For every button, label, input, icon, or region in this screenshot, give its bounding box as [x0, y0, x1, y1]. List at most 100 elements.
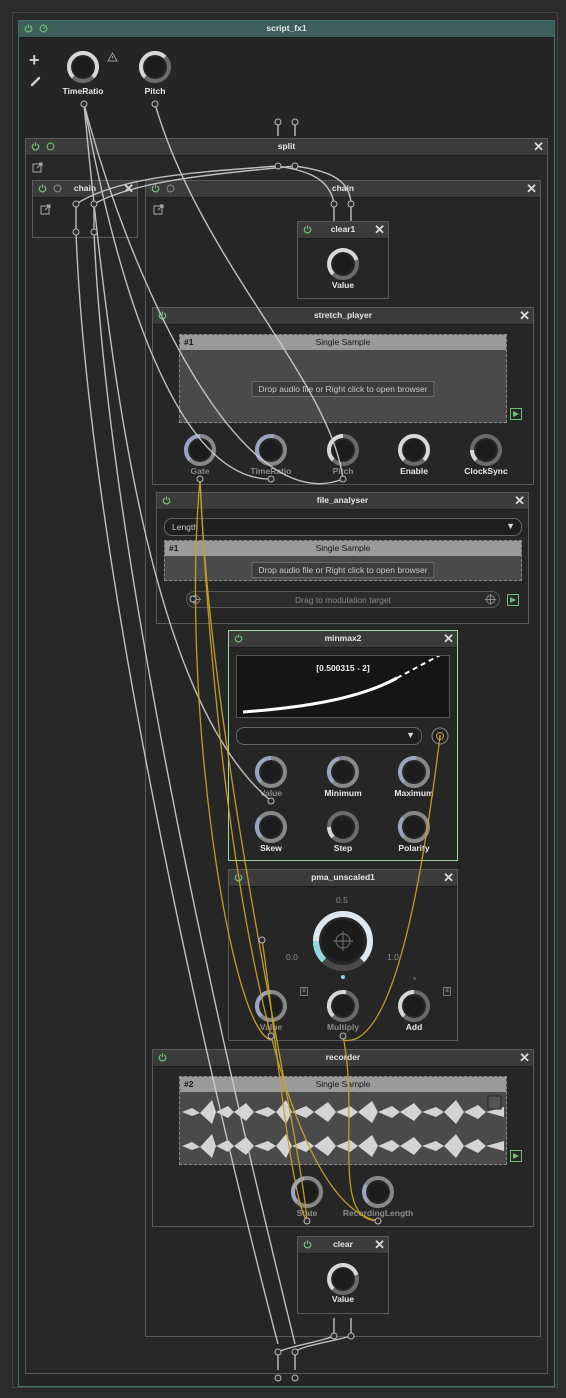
- close-icon[interactable]: ✕: [443, 632, 454, 645]
- pitch-knob-label: Pitch: [144, 86, 166, 96]
- close-icon[interactable]: ✕: [443, 871, 454, 884]
- connector-dot[interactable]: [374, 1217, 382, 1225]
- connector-dot[interactable]: [258, 936, 266, 944]
- drag-modulation-target[interactable]: Drag to modulation target: [186, 591, 500, 608]
- external-link-icon[interactable]: [153, 204, 164, 215]
- stretch-player-header: stretch_player ✕: [153, 308, 533, 325]
- lock-icon[interactable]: ≡: [300, 987, 308, 996]
- connector-dot[interactable]: [196, 475, 204, 483]
- connector-dot[interactable]: [267, 797, 275, 805]
- connector-dot[interactable]: [291, 1348, 299, 1356]
- connector-dot[interactable]: [339, 1032, 347, 1040]
- connector-dot[interactable]: [291, 1374, 299, 1382]
- step-knob[interactable]: [326, 810, 360, 844]
- sample-header: #1 Single Sample: [180, 335, 506, 350]
- stretch-timeratio-label: TimeRatio: [250, 466, 292, 476]
- state-label: State: [296, 1208, 318, 1218]
- connector-dot[interactable]: [80, 100, 88, 108]
- connector-dot[interactable]: [347, 1332, 355, 1340]
- multiply-knob[interactable]: [326, 989, 360, 1023]
- close-icon[interactable]: ✕: [526, 182, 537, 195]
- close-icon[interactable]: ✕: [519, 309, 530, 322]
- gate-knob[interactable]: [183, 433, 217, 467]
- pma-value-knob[interactable]: [254, 989, 288, 1023]
- close-icon[interactable]: ✕: [374, 223, 385, 236]
- close-icon[interactable]: ✕: [123, 182, 134, 195]
- stretch-player-sample-area[interactable]: #1 Single Sample Drop audio file or Righ…: [179, 334, 507, 423]
- file-analyser-sample-area[interactable]: #1 Single Sample Drop audio file or Righ…: [164, 540, 522, 581]
- connector-dot[interactable]: [291, 118, 299, 126]
- close-icon[interactable]: ✕: [519, 1051, 530, 1064]
- minmax-value-label: Value: [259, 788, 283, 798]
- skew-knob[interactable]: [254, 810, 288, 844]
- script-fx-header: script_fx1: [19, 21, 554, 38]
- preview-icon[interactable]: [510, 1150, 522, 1162]
- clear-header: clear ✕: [298, 1237, 388, 1254]
- close-icon[interactable]: ✕: [374, 1238, 385, 1251]
- recorder-sample-area[interactable]: #2 Single Sample: [179, 1076, 507, 1165]
- stretch-timeratio-knob[interactable]: [254, 433, 288, 467]
- connector-dot[interactable]: [189, 595, 197, 603]
- clear1-value-knob[interactable]: [326, 247, 360, 281]
- close-icon[interactable]: ✕: [533, 140, 544, 153]
- minmax-value-knob[interactable]: [254, 755, 288, 789]
- clear1-value-label: Value: [331, 280, 355, 290]
- preview-icon[interactable]: [510, 408, 522, 420]
- preview-icon[interactable]: [507, 594, 519, 606]
- state-knob[interactable]: [290, 1175, 324, 1209]
- minimum-label: Minimum: [324, 788, 362, 798]
- polarity-knob[interactable]: [397, 810, 431, 844]
- connector-dot[interactable]: [274, 162, 282, 170]
- connector-dot[interactable]: [267, 1032, 275, 1040]
- external-link-icon[interactable]: [40, 204, 51, 215]
- file-analyser-header: file_analyser ✕: [157, 493, 528, 510]
- external-link-icon[interactable]: [32, 162, 43, 173]
- lock-icon[interactable]: ≡: [443, 987, 451, 996]
- sample-header: #2 Single Sample: [180, 1077, 506, 1092]
- connector-dot[interactable]: [72, 228, 80, 236]
- pitch-knob[interactable]: [138, 50, 172, 84]
- enable-knob[interactable]: [397, 433, 431, 467]
- connector-dot[interactable]: [339, 475, 347, 483]
- split-header: split ✕: [26, 139, 547, 156]
- connector-dot[interactable]: [274, 1374, 282, 1382]
- clear1-header: clear1 ✕: [298, 222, 388, 239]
- connector-dot[interactable]: [274, 1348, 282, 1356]
- modulation-target-icon[interactable]: [431, 727, 449, 745]
- connector-dot[interactable]: [291, 162, 299, 170]
- drag-text: Drag to modulation target: [295, 595, 391, 605]
- minmax2-mode-select[interactable]: ▼: [236, 727, 422, 745]
- pma-title: pma_unscaled1: [311, 872, 375, 882]
- connector-dot[interactable]: [151, 100, 159, 108]
- gate-label: Gate: [190, 466, 210, 476]
- stretch-pitch-knob[interactable]: [326, 433, 360, 467]
- connector-dot[interactable]: [267, 475, 275, 483]
- file-analyser-mode-select[interactable]: Length ▼: [164, 518, 522, 536]
- connector-dot[interactable]: [347, 200, 355, 208]
- scale-mid-label: 0.5: [336, 895, 348, 905]
- close-icon[interactable]: ✕: [514, 494, 525, 507]
- pma-main-dial[interactable]: [311, 909, 375, 973]
- connector-dot[interactable]: [330, 1332, 338, 1340]
- connector-dot[interactable]: [90, 200, 98, 208]
- recordinglength-label: RecordingLength: [342, 1208, 414, 1218]
- add-knob[interactable]: [397, 989, 431, 1023]
- sample-header: #1 Single Sample: [165, 541, 521, 556]
- clocksync-knob[interactable]: [469, 433, 503, 467]
- skew-label: Skew: [260, 843, 282, 853]
- connector-dot[interactable]: [274, 118, 282, 126]
- connector-dot[interactable]: [72, 200, 80, 208]
- connector-dot[interactable]: [330, 200, 338, 208]
- connector-dot[interactable]: [90, 228, 98, 236]
- recordinglength-knob[interactable]: [361, 1175, 395, 1209]
- timeratio-knob[interactable]: [66, 50, 100, 84]
- maximum-knob[interactable]: [397, 755, 431, 789]
- split-title: split: [277, 141, 296, 151]
- pencil-icon[interactable]: [30, 74, 42, 92]
- drop-message: Drop audio file or Right click to open b…: [251, 562, 435, 578]
- plus-icon[interactable]: +: [29, 50, 40, 71]
- clear-value-knob[interactable]: [326, 1262, 360, 1296]
- minimum-knob[interactable]: [326, 755, 360, 789]
- sample-title: Single Sample: [315, 1079, 371, 1089]
- connector-dot[interactable]: [303, 1217, 311, 1225]
